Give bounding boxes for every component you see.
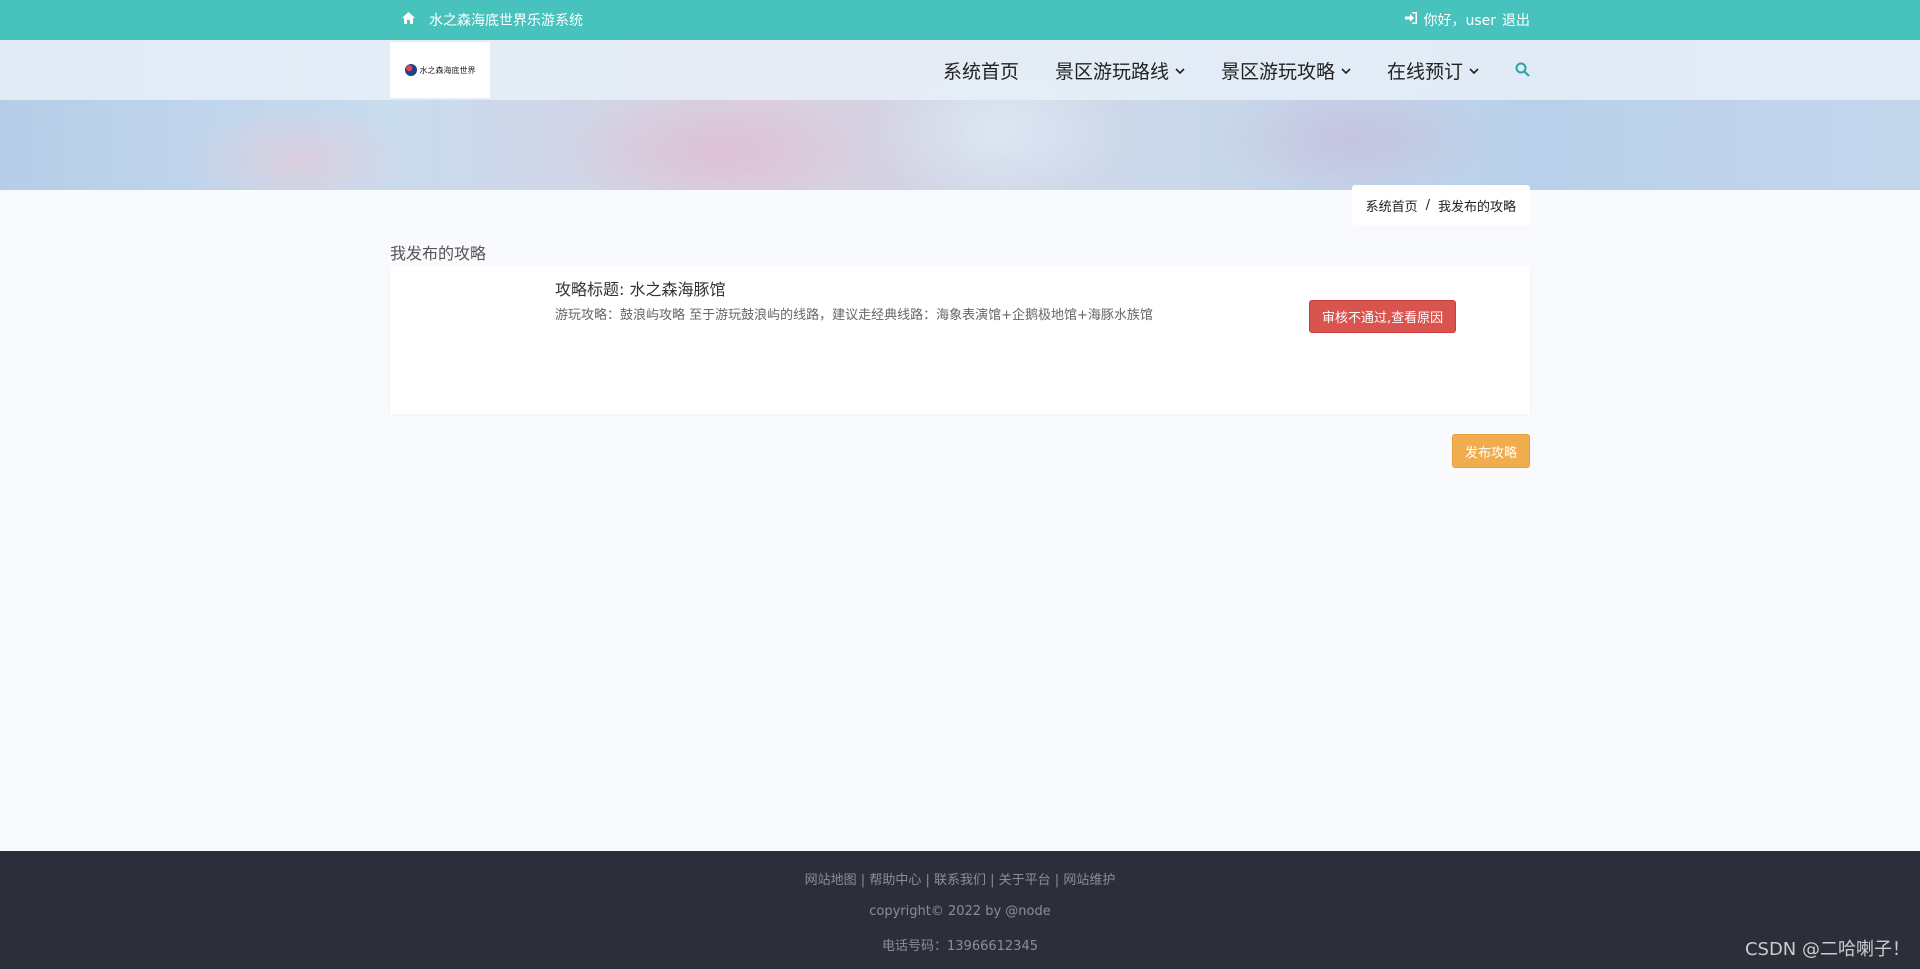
nav-item-home[interactable]: 系统首页 xyxy=(943,57,1019,84)
nav-menu: 系统首页 景区游玩路线 景区游玩攻略 在线预订 xyxy=(943,57,1530,84)
publish-guide-button[interactable]: 发布攻略 xyxy=(1451,434,1530,468)
nav-item-routes[interactable]: 景区游玩路线 xyxy=(1055,57,1185,84)
footer-links: 网站地图 | 帮助中心 | 联系我们 | 关于平台 | 网站维护 xyxy=(804,873,1116,888)
home-icon[interactable] xyxy=(402,12,415,28)
nav-item-guides[interactable]: 景区游玩攻略 xyxy=(1221,57,1351,84)
footer-link-maintenance[interactable]: 网站维护 xyxy=(1063,873,1115,888)
footer-phone: 电话号码：13966612345 xyxy=(882,939,1038,954)
review-rejected-button[interactable]: 审核不通过,查看原因 xyxy=(1309,300,1457,333)
logout-link[interactable]: 退出 xyxy=(1502,10,1530,30)
chevron-down-icon xyxy=(1175,63,1185,78)
watermark: CSDN @二哈喇子！ xyxy=(1744,939,1910,960)
footer-link-contact[interactable]: 联系我们 xyxy=(934,873,986,888)
sign-in-icon xyxy=(1405,12,1418,28)
site-info: 水之森海底世界乐游系统 xyxy=(390,10,583,30)
search-icon[interactable] xyxy=(1515,58,1530,82)
user-area: 你好，user 退出 xyxy=(1405,10,1530,30)
page-title: 我发布的攻略 xyxy=(390,244,487,263)
footer: 网站地图 | 帮助中心 | 联系我们 | 关于平台 | 网站维护 copyrig… xyxy=(0,851,1920,969)
footer-link-sitemap[interactable]: 网站地图 xyxy=(805,873,857,888)
chevron-down-icon xyxy=(1469,63,1479,78)
nav-item-booking[interactable]: 在线预订 xyxy=(1387,57,1479,84)
main-content: 我发布的攻略 攻略标题: 水之森海豚馆 游玩攻略：鼓浪屿攻略 至于游玩鼓浪屿的线… xyxy=(390,190,1530,468)
footer-link-help[interactable]: 帮助中心 xyxy=(869,873,921,888)
site-title: 水之森海底世界乐游系统 xyxy=(429,13,583,29)
top-bar: 水之森海底世界乐游系统 你好，user 退出 xyxy=(0,0,1920,40)
site-logo[interactable]: 水之森海底世界 xyxy=(390,42,490,98)
globe-icon xyxy=(404,64,417,76)
logo-wordmark: 水之森海底世界 xyxy=(419,65,476,75)
user-greeting[interactable]: 你好，user xyxy=(1423,10,1496,30)
post-description: 游玩攻略：鼓浪屿攻略 至于游玩鼓浪屿的线路，建议走经典线路：海象表演馆+企鹅极地… xyxy=(555,308,1153,323)
chevron-down-icon xyxy=(1341,63,1351,78)
footer-link-about[interactable]: 关于平台 xyxy=(999,873,1051,888)
main-navbar: 水之森海底世界 系统首页 景区游玩路线 景区游玩攻略 在线预订 xyxy=(0,40,1920,100)
hero-banner: 水之森海底世界 系统首页 景区游玩路线 景区游玩攻略 在线预订 系统首页 / 我… xyxy=(0,40,1920,225)
post-card: 攻略标题: 水之森海豚馆 游玩攻略：鼓浪屿攻略 至于游玩鼓浪屿的线路，建议走经典… xyxy=(390,266,1530,414)
footer-copyright: copyright© 2022 by @node xyxy=(869,904,1051,919)
post-title[interactable]: 攻略标题: 水之森海豚馆 xyxy=(555,276,725,300)
